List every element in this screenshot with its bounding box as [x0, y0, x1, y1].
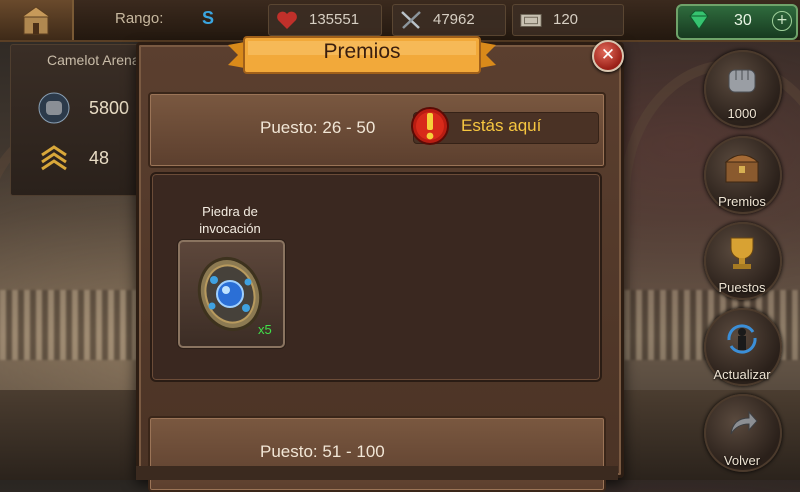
rank-value: S: [202, 8, 215, 28]
fist-button-label: 1000: [727, 106, 757, 121]
crossed-swords-icon: [401, 11, 421, 29]
you-are-here-text: Estás aquí: [461, 116, 542, 135]
rank-chevron-icon: [41, 145, 67, 171]
ticket-icon: [520, 13, 542, 27]
arena-name: Camelot Arena: [47, 52, 140, 68]
arena-info-panel: Camelot Arena 5800 48: [10, 44, 152, 196]
volver-button[interactable]: Volver: [704, 394, 782, 474]
reward-name: Piedra de invocación: [199, 204, 261, 236]
power-row: 5800: [33, 89, 153, 129]
close-button[interactable]: ✕: [592, 40, 624, 72]
power-value: 5800: [89, 98, 130, 118]
trophy-icon: [730, 237, 754, 269]
castle-icon: [20, 6, 52, 35]
heart-icon: [277, 11, 297, 29]
fist-power-button[interactable]: 1000: [704, 50, 782, 130]
rank-row: 48: [33, 139, 153, 179]
attack-stat: 47962: [392, 4, 506, 36]
health-value: 135551: [309, 11, 360, 28]
puestos-button-label: Puestos: [718, 280, 766, 295]
tickets-stat: 120: [512, 4, 624, 36]
gems-value: 30: [734, 12, 752, 29]
home-button[interactable]: [0, 0, 74, 40]
close-icon: ✕: [600, 45, 616, 65]
modal-title: Premios: [323, 40, 401, 63]
volver-button-label: Volver: [723, 453, 761, 468]
add-gems-button[interactable]: +: [772, 11, 792, 31]
back-arrow-icon: [730, 410, 758, 435]
gem-icon: [689, 10, 709, 30]
tier-header: Puesto: 51 - 100: [148, 416, 606, 492]
tier-range: Puesto: 51 - 100: [260, 442, 385, 461]
tier-range: Puesto: 26 - 50: [260, 118, 376, 137]
attack-value: 47962: [433, 11, 475, 28]
actualizar-button[interactable]: Actualizar: [704, 308, 782, 388]
modal-bottom-edge: [136, 466, 618, 480]
puestos-button[interactable]: Puestos: [704, 222, 782, 302]
chest-icon: [724, 154, 760, 183]
alert-icon: [411, 107, 449, 145]
refresh-icon: [727, 324, 757, 354]
premios-button-label: Premios: [718, 194, 766, 209]
reward-quantity: x5: [258, 322, 272, 337]
rank-label: Rango:: [115, 10, 164, 27]
fist-icon: [38, 92, 70, 124]
tickets-value: 120: [553, 11, 579, 28]
fist-icon: [728, 69, 756, 93]
premios-button[interactable]: Premios: [704, 136, 782, 216]
rank-position-value: 48: [89, 148, 110, 168]
health-stat: 135551: [268, 4, 382, 36]
actualizar-button-label: Actualizar: [713, 367, 771, 382]
gems-counter[interactable]: 30 +: [676, 4, 798, 40]
